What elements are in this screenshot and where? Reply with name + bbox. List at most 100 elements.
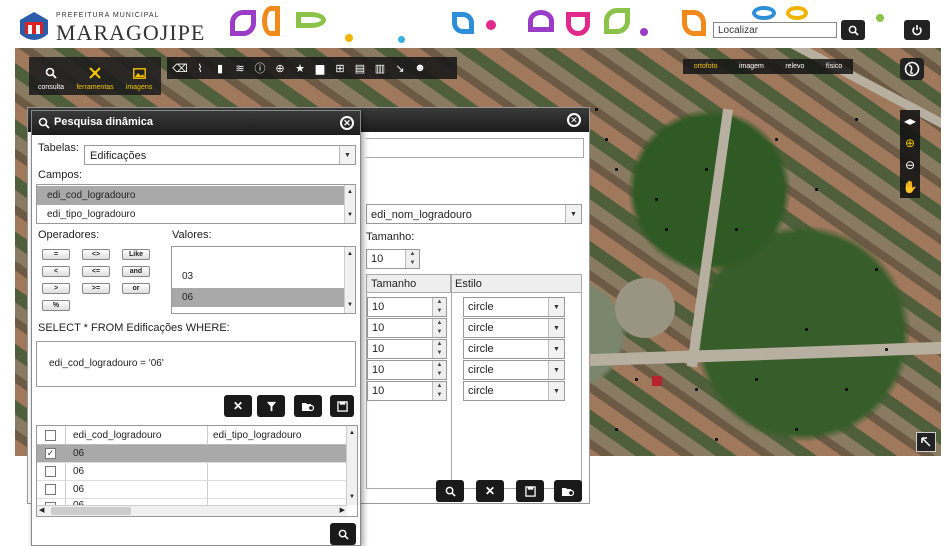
row-checkbox[interactable] xyxy=(45,484,56,495)
operator-less-equal-button[interactable]: <= xyxy=(82,266,110,277)
layers-icon[interactable]: ≋ xyxy=(231,60,249,76)
hand-icon[interactable]: ✋ xyxy=(900,176,920,198)
eraser-icon[interactable]: ⌫ xyxy=(171,60,189,76)
list-item[interactable]: edi_cod_logradouro xyxy=(37,186,345,205)
chevron-down-icon: ▼ xyxy=(565,205,581,223)
tools-icon xyxy=(89,67,101,79)
locate-input[interactable]: Localizar xyxy=(713,22,837,38)
open-folder-button[interactable] xyxy=(294,395,322,417)
users-icon[interactable]: ☻ xyxy=(411,60,429,76)
info-icon[interactable]: ⓘ xyxy=(251,60,269,76)
operator-or-button[interactable]: or xyxy=(122,283,150,294)
search-button[interactable] xyxy=(436,480,464,502)
close-icon[interactable]: ✕ xyxy=(340,116,354,130)
operator-less-button[interactable]: < xyxy=(42,266,70,277)
pan-arrows-icon[interactable]: ◂▸ xyxy=(900,110,920,132)
save-button[interactable] xyxy=(330,395,354,417)
campos-list[interactable]: edi_cod_logradouro edi_tipo_logradouro ▲… xyxy=(36,184,356,224)
panel-input[interactable] xyxy=(366,138,584,158)
stepper-arrows-icon[interactable]: ▲ ▼ xyxy=(432,361,446,379)
chart-line-icon[interactable]: ⌇ xyxy=(191,60,209,76)
scroll-right-icon[interactable]: ▶ xyxy=(340,506,345,514)
sql-where-textarea[interactable]: edi_cod_logradouro = '06' xyxy=(36,341,356,387)
map-point xyxy=(705,168,708,171)
filter-button[interactable] xyxy=(257,395,285,417)
stepper-arrows-icon[interactable]: ▲ ▼ xyxy=(405,250,419,268)
operator-and-button[interactable]: and xyxy=(122,266,150,277)
table-row[interactable]: ✓ 06 xyxy=(37,445,347,463)
size-stepper[interactable]: 10 ▲ ▼ xyxy=(367,381,447,401)
clear-query-button[interactable]: ✕ xyxy=(224,395,252,417)
expand-icon[interactable] xyxy=(916,432,936,452)
operator-not-equal-button[interactable]: <> xyxy=(82,249,110,260)
list-item[interactable]: 112 xyxy=(172,309,345,313)
execute-search-button[interactable] xyxy=(330,523,356,545)
style-select[interactable]: circle ▼ xyxy=(463,318,565,338)
scrollbar[interactable]: ▲ ▼ xyxy=(346,426,357,505)
horizontal-scrollbar[interactable]: ◀ ▶ xyxy=(37,505,347,516)
map-marker-icon[interactable] xyxy=(652,376,662,386)
basemap-ortofoto[interactable]: ortofoto xyxy=(694,63,718,70)
folder-icon[interactable]: ▆ xyxy=(311,60,329,76)
basemap-relevo[interactable]: relevo xyxy=(785,63,804,70)
size-stepper[interactable]: 10 ▲ ▼ xyxy=(367,318,447,338)
style-select[interactable]: circle ▼ xyxy=(463,360,565,380)
row-checkbox[interactable] xyxy=(45,466,56,477)
tool-ferramentas[interactable]: ferramentas xyxy=(73,57,117,95)
stepper-arrows-icon[interactable]: ▲ ▼ xyxy=(432,319,446,337)
scroll-left-icon[interactable]: ◀ xyxy=(39,506,44,514)
star-icon[interactable]: ★ xyxy=(291,60,309,76)
basemap-fisico[interactable]: físico xyxy=(826,63,842,70)
operator-greater-equal-button[interactable]: >= xyxy=(82,283,110,294)
select-all-checkbox[interactable] xyxy=(45,430,56,441)
table-row[interactable]: 06 xyxy=(37,481,347,499)
grid-icon[interactable]: ⊞ xyxy=(331,60,349,76)
export-icon[interactable]: ▥ xyxy=(371,60,389,76)
open-folder-button[interactable] xyxy=(554,480,582,502)
crosshair-icon[interactable]: ⊕ xyxy=(271,60,289,76)
scroll-thumb[interactable] xyxy=(51,507,131,515)
close-icon[interactable]: ✕ xyxy=(567,113,581,127)
list-item[interactable]: 03 xyxy=(172,267,345,286)
size-stepper[interactable]: 10 ▲ ▼ xyxy=(367,297,447,317)
stepper-arrows-icon[interactable]: ▲ ▼ xyxy=(432,298,446,316)
tamanho-stepper[interactable]: 10 ▲ ▼ xyxy=(366,249,420,269)
size-stepper[interactable]: 10 ▲ ▼ xyxy=(367,360,447,380)
confetti xyxy=(752,6,776,20)
row-checkbox[interactable]: ✓ xyxy=(45,448,56,459)
valores-list[interactable]: 03 06 112 ▲▼ xyxy=(171,246,356,314)
list-item[interactable]: edi_tipo_logradouro xyxy=(37,205,345,223)
operator-greater-button[interactable]: > xyxy=(42,283,70,294)
save-button[interactable] xyxy=(516,480,544,502)
zoom-out-icon[interactable]: ⊖ xyxy=(900,154,920,176)
locate-search-button[interactable] xyxy=(841,20,865,40)
measure-icon[interactable]: ▮ xyxy=(211,60,229,76)
compass-button[interactable] xyxy=(900,58,924,80)
select-icon[interactable]: ↘ xyxy=(391,60,409,76)
table-row: 10 ▲ ▼ circle ▼ xyxy=(367,297,583,318)
confetti xyxy=(528,10,554,32)
tool-imagens[interactable]: imagens xyxy=(117,57,161,95)
scrollbar[interactable]: ▲ ▼ xyxy=(344,185,355,223)
operator-equals-button[interactable]: = xyxy=(42,249,70,260)
basemap-imagem[interactable]: imagem xyxy=(739,63,764,70)
operator-wildcard-button[interactable]: % xyxy=(42,300,70,311)
tabelas-select[interactable]: Edificações ▼ xyxy=(84,145,356,165)
style-select[interactable]: circle ▼ xyxy=(463,297,565,317)
zoom-in-icon[interactable]: ⊕ xyxy=(900,132,920,154)
style-select[interactable]: circle ▼ xyxy=(463,381,565,401)
table-row[interactable]: 06 xyxy=(37,463,347,481)
clear-button[interactable]: ✕ xyxy=(476,480,504,502)
kml-icon[interactable]: ▤ xyxy=(351,60,369,76)
operator-like-button[interactable]: Like xyxy=(122,249,150,260)
stepper-arrows-icon[interactable]: ▲ ▼ xyxy=(432,340,446,358)
field-select[interactable]: edi_nom_logradouro ▼ xyxy=(366,204,582,224)
logout-button[interactable] xyxy=(904,20,930,40)
tool-consulta[interactable]: consulta xyxy=(29,57,73,95)
scrollbar[interactable]: ▲ ▼ xyxy=(344,247,355,313)
stepper-arrows-icon[interactable]: ▲ ▼ xyxy=(432,382,446,400)
size-stepper[interactable]: 10 ▲ ▼ xyxy=(367,339,447,359)
style-select[interactable]: circle ▼ xyxy=(463,339,565,359)
list-item[interactable]: 06 xyxy=(172,288,345,307)
confetti xyxy=(398,36,405,43)
